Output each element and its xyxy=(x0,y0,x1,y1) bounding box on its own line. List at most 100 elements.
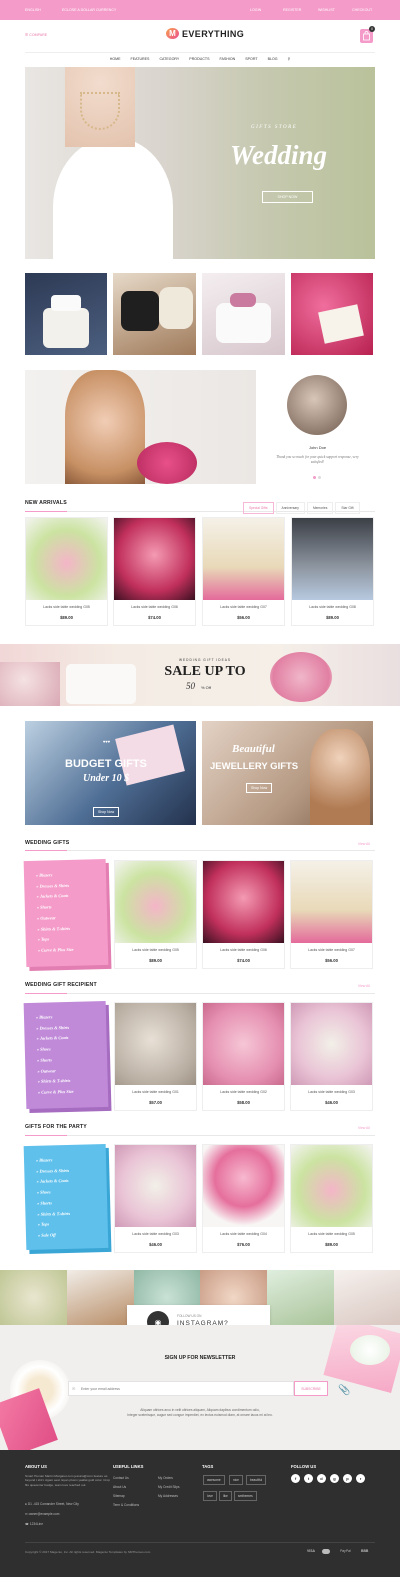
category-image-hats[interactable] xyxy=(113,273,196,355)
product-image[interactable] xyxy=(203,1145,284,1227)
product-name[interactable]: Lacks side table wedding G06 xyxy=(203,948,284,952)
product-card[interactable]: Lacks side table wedding G08 $89.00 xyxy=(291,517,374,626)
footer-link[interactable]: About Us xyxy=(113,1485,126,1489)
product-name[interactable]: Lacks side table wedding G06 xyxy=(114,605,195,609)
tab-anniversary[interactable]: Anniversary xyxy=(275,502,305,514)
register-link[interactable]: REGISTER xyxy=(283,8,301,12)
product-image[interactable] xyxy=(291,1145,372,1227)
product-card[interactable]: Lacks side table wedding G03 $46.00 xyxy=(114,1144,197,1253)
product-image[interactable] xyxy=(203,861,284,943)
tab-special-gifts[interactable]: Special Gifts xyxy=(243,502,274,514)
product-name[interactable]: Lacks side table wedding G05 xyxy=(26,605,107,609)
tag-chip[interactable]: smthemes xyxy=(234,1491,257,1501)
cart-button[interactable]: 0 xyxy=(360,26,375,43)
product-image[interactable] xyxy=(291,1003,372,1085)
tag-chip[interactable]: awesome xyxy=(203,1475,225,1485)
footer-link[interactable]: My Credit Slips xyxy=(158,1485,179,1489)
sale-banner[interactable]: WEDDING GIFT IDEAS SALE UP TO 50 % Off xyxy=(0,644,400,706)
jewellery-shop-now[interactable]: Shop Now xyxy=(246,783,273,793)
subscribe-button[interactable]: SUBSCRIBE xyxy=(294,1381,328,1396)
product-name[interactable]: Lacks side table wedding G04 xyxy=(203,1232,284,1236)
product-card[interactable]: Lacks side table wedding G05 $89.00 xyxy=(290,1144,373,1253)
product-card[interactable]: Lacks side table wedding G02 $58.00 xyxy=(202,1002,285,1111)
jewellery-gifts-banner[interactable]: Beautiful JEWELLERY GIFTS Shop Now xyxy=(202,721,373,825)
product-image[interactable] xyxy=(291,861,372,943)
footer-link[interactable]: My Orders xyxy=(158,1476,173,1480)
product-image[interactable] xyxy=(115,1003,196,1085)
menu-item-features[interactable]: FEATURES xyxy=(131,57,150,64)
product-image[interactable] xyxy=(26,518,107,600)
product-name[interactable]: Lacks side table wedding G05 xyxy=(291,1232,372,1236)
menu-item-fashion[interactable]: FASHION xyxy=(219,57,235,64)
dribbble-icon[interactable]: d xyxy=(317,1474,326,1483)
rss-icon[interactable]: r xyxy=(356,1474,365,1483)
tab-memories[interactable]: Memories xyxy=(306,502,334,514)
search-icon[interactable]: ⚲ xyxy=(288,57,291,64)
tag-chip[interactable]: beautiful xyxy=(246,1475,267,1485)
product-name[interactable]: Lacks side table wedding G02 xyxy=(203,1090,284,1094)
instagram-photo[interactable] xyxy=(67,1270,134,1325)
menu-item-home[interactable]: HOME xyxy=(110,57,121,64)
product-card[interactable]: Lacks side table wedding G01 $57.00 xyxy=(114,1002,197,1111)
product-name[interactable]: Lacks side table wedding G05 xyxy=(115,948,196,952)
footer-link[interactable]: Contact Us xyxy=(113,1476,129,1480)
language-select[interactable]: ENGLISH xyxy=(25,8,41,12)
tag-chip[interactable]: like xyxy=(219,1491,232,1501)
category-image-roses[interactable] xyxy=(291,273,373,355)
instagram-photo[interactable] xyxy=(267,1270,334,1325)
budget-gifts-banner[interactable]: ♥♥♥ BUDGET GIFTS Under 10 $ Shop Now xyxy=(25,721,196,825)
product-card[interactable]: Lacks side table wedding G07 $56.00 xyxy=(290,860,373,969)
product-card[interactable]: Lacks side table wedding G04 $76.00 xyxy=(202,1144,285,1253)
wishlist-link[interactable]: WISHLIST xyxy=(318,8,335,12)
twitter-icon[interactable]: t xyxy=(304,1474,313,1483)
testimonial-dots[interactable] xyxy=(313,476,321,479)
product-card[interactable]: Lacks side table wedding G06 $74.00 xyxy=(113,517,196,626)
footer-email[interactable]: ✉ owner@example.com xyxy=(25,1512,59,1516)
menu-item-products[interactable]: PRODUCTS xyxy=(189,57,209,64)
product-image[interactable] xyxy=(115,1145,196,1227)
footer-link[interactable]: My Addresses xyxy=(158,1494,178,1498)
product-name[interactable]: Lacks side table wedding G03 xyxy=(115,1232,196,1236)
category-link[interactable]: Curve & Plus Size xyxy=(38,944,108,957)
shop-now-button[interactable]: SHOP NOW xyxy=(262,191,313,203)
product-image[interactable] xyxy=(292,518,373,600)
facebook-icon[interactable]: f xyxy=(291,1474,300,1483)
tab-star-gift[interactable]: Star Gift xyxy=(335,502,360,514)
product-image[interactable] xyxy=(115,861,196,943)
newsletter-email-input[interactable] xyxy=(68,1381,294,1396)
product-name[interactable]: Lacks side table wedding G08 xyxy=(292,605,373,609)
recipient-view-all[interactable]: View All xyxy=(358,984,370,988)
google-icon[interactable]: g xyxy=(330,1474,339,1483)
product-card[interactable]: Lacks side table wedding G05 $89.00 xyxy=(114,860,197,969)
product-card[interactable]: Lacks side table wedding G05 $89.00 xyxy=(25,517,108,626)
wedding-gifts-view-all[interactable]: View All xyxy=(358,842,370,846)
instagram-photo[interactable] xyxy=(0,1270,67,1325)
currency-select[interactable]: ECLOSE A DOLLAR CURRENCY xyxy=(62,8,116,12)
tag-chip[interactable]: nice xyxy=(229,1475,243,1485)
footer-link[interactable]: Term & Conditions xyxy=(113,1503,139,1507)
product-card[interactable]: Lacks side table wedding G06 $74.00 xyxy=(202,860,285,969)
pinterest-icon[interactable]: p xyxy=(343,1474,352,1483)
menu-item-sport[interactable]: SPORT xyxy=(245,57,257,64)
menu-item-blog[interactable]: BLOG xyxy=(268,57,278,64)
compare-link[interactable]: ☰ COMPARE xyxy=(25,33,47,37)
product-image[interactable] xyxy=(203,1003,284,1085)
login-link[interactable]: LOGIN xyxy=(250,8,261,12)
category-link[interactable]: Sale Off xyxy=(38,1229,108,1242)
instagram-photo[interactable] xyxy=(334,1270,400,1325)
site-logo[interactable]: M EVERYTHING xyxy=(166,28,244,39)
product-name[interactable]: Lacks side table wedding G07 xyxy=(203,605,284,609)
checkout-link[interactable]: CHECKOUT xyxy=(352,8,372,12)
budget-shop-now[interactable]: Shop Now xyxy=(93,807,120,817)
tag-chip[interactable]: love xyxy=(203,1491,217,1501)
footer-link[interactable]: Sitemap xyxy=(113,1494,125,1498)
product-card[interactable]: Lacks side table wedding G03 $46.00 xyxy=(290,1002,373,1111)
category-link[interactable]: Curve & Plus Size xyxy=(38,1086,108,1099)
product-card[interactable]: Lacks side table wedding G07 $56.00 xyxy=(202,517,285,626)
product-name[interactable]: Lacks side table wedding G07 xyxy=(291,948,372,952)
party-view-all[interactable]: View All xyxy=(358,1126,370,1130)
product-name[interactable]: Lacks side table wedding G03 xyxy=(291,1090,372,1094)
category-image-cake[interactable] xyxy=(25,273,107,355)
product-image[interactable] xyxy=(203,518,284,600)
product-image[interactable] xyxy=(114,518,195,600)
